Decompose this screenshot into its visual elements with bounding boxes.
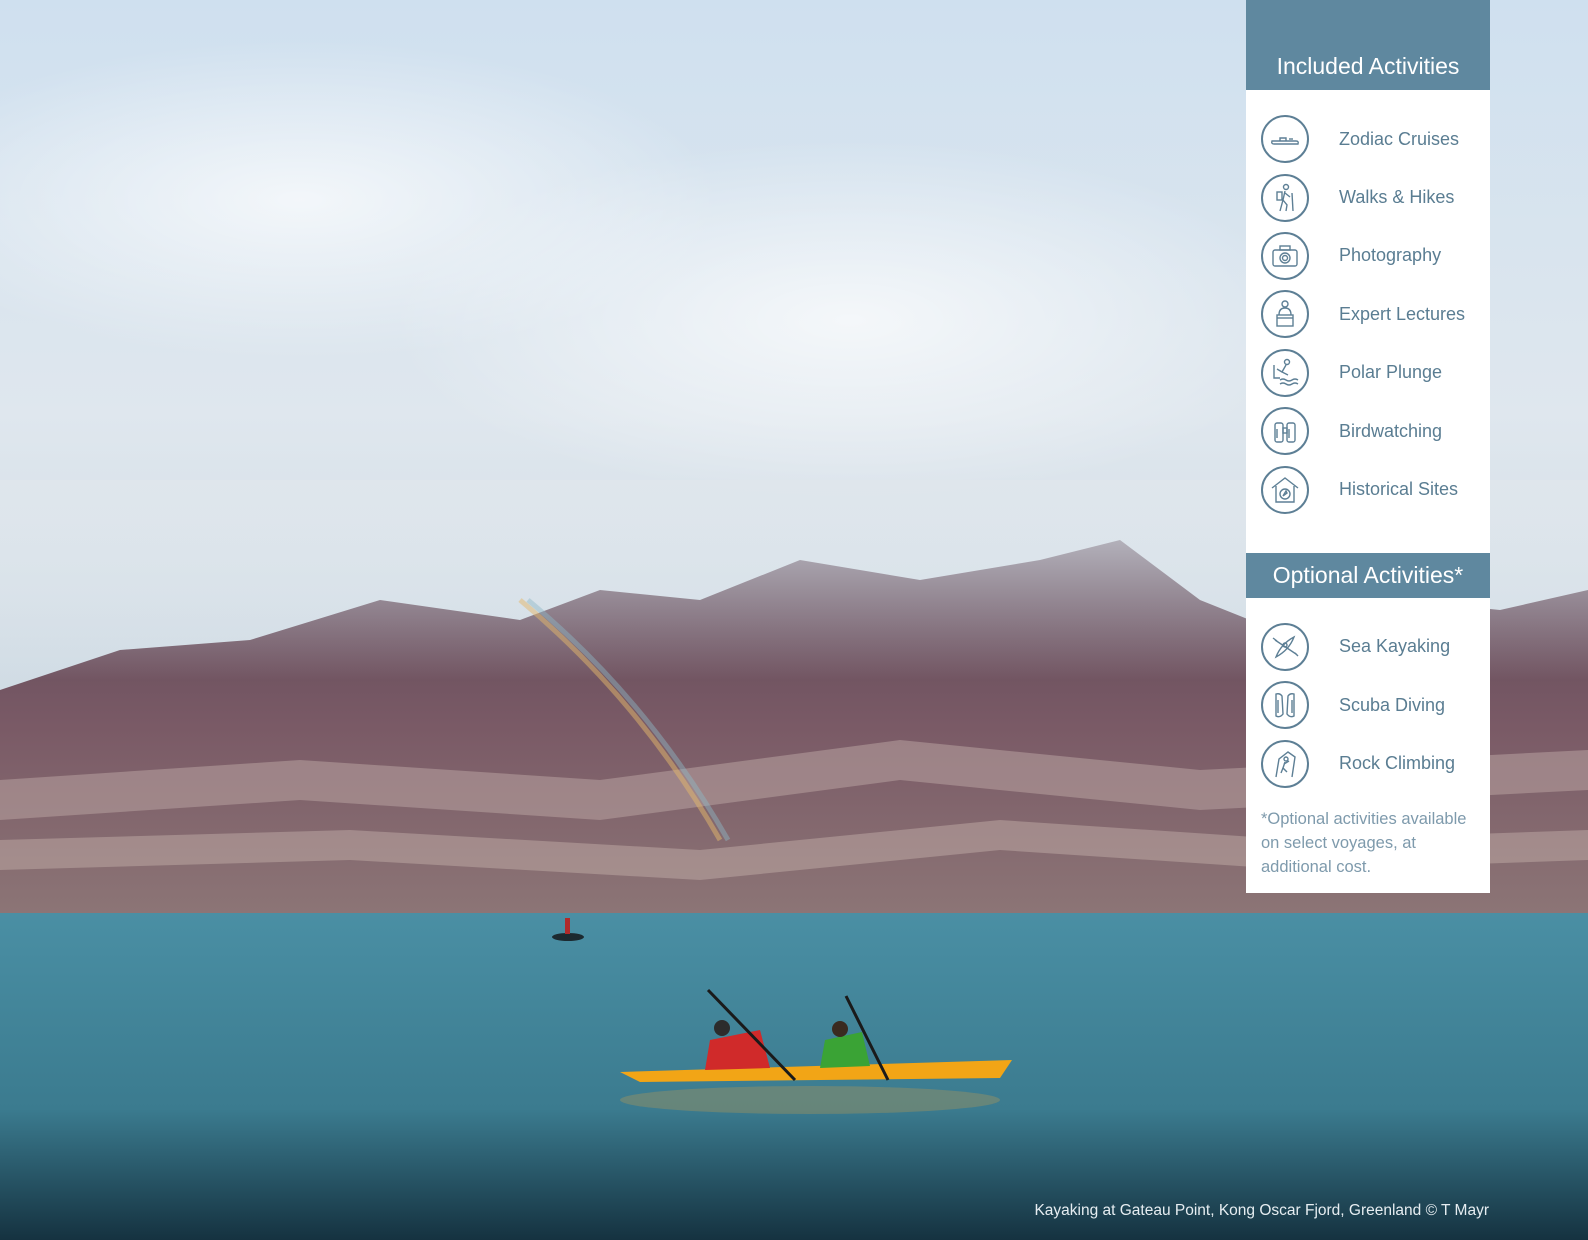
list-item: Walks & Hikes — [1261, 168, 1490, 226]
list-item: Photography — [1261, 227, 1490, 285]
activity-label: Scuba Diving — [1339, 694, 1446, 715]
activity-label: Expert Lectures — [1339, 303, 1466, 324]
included-activities-heading: Included Activities — [1246, 0, 1490, 90]
list-item: Rock Climbing — [1261, 735, 1490, 793]
photo-caption: Kayaking at Gateau Point, Kong Oscar Fjo… — [1034, 1202, 1489, 1219]
activity-label: Walks & Hikes — [1339, 187, 1455, 208]
activities-panel: Included Activities Zodiac Cruises Walks… — [1246, 0, 1490, 893]
plunge-icon — [1261, 348, 1309, 397]
optional-activities-heading: Optional Activities* — [1246, 552, 1490, 598]
activity-label: Zodiac Cruises — [1339, 128, 1460, 149]
climber-icon — [1261, 739, 1309, 788]
binoculars-icon — [1261, 407, 1309, 456]
activity-label: Photography — [1339, 245, 1442, 266]
hiker-icon — [1261, 173, 1309, 222]
flippers-icon — [1261, 681, 1309, 730]
optional-activities-list: Sea Kayaking Scuba Diving Rock Climbing — [1246, 598, 1490, 793]
list-item: Expert Lectures — [1261, 285, 1490, 343]
included-activities-list: Zodiac Cruises Walks & Hikes Photography… — [1246, 90, 1490, 519]
compass-house-icon — [1261, 465, 1309, 514]
activity-label: Sea Kayaking — [1339, 636, 1451, 657]
activity-label: Polar Plunge — [1339, 362, 1443, 383]
kayak-icon — [1261, 622, 1309, 671]
activity-label: Birdwatching — [1339, 420, 1443, 441]
list-item: Scuba Diving — [1261, 676, 1490, 734]
list-item: Zodiac Cruises — [1261, 110, 1490, 168]
camera-icon — [1261, 231, 1309, 280]
lecturer-icon — [1261, 290, 1309, 339]
activity-label: Rock Climbing — [1339, 753, 1456, 774]
list-item: Polar Plunge — [1261, 344, 1490, 402]
list-item: Birdwatching — [1261, 402, 1490, 460]
zodiac-boat-icon — [1261, 115, 1309, 164]
list-item: Historical Sites — [1261, 460, 1490, 518]
list-item: Sea Kayaking — [1261, 618, 1490, 676]
optional-activities-note: *Optional activities available on select… — [1261, 809, 1467, 876]
activity-label: Historical Sites — [1339, 479, 1459, 500]
